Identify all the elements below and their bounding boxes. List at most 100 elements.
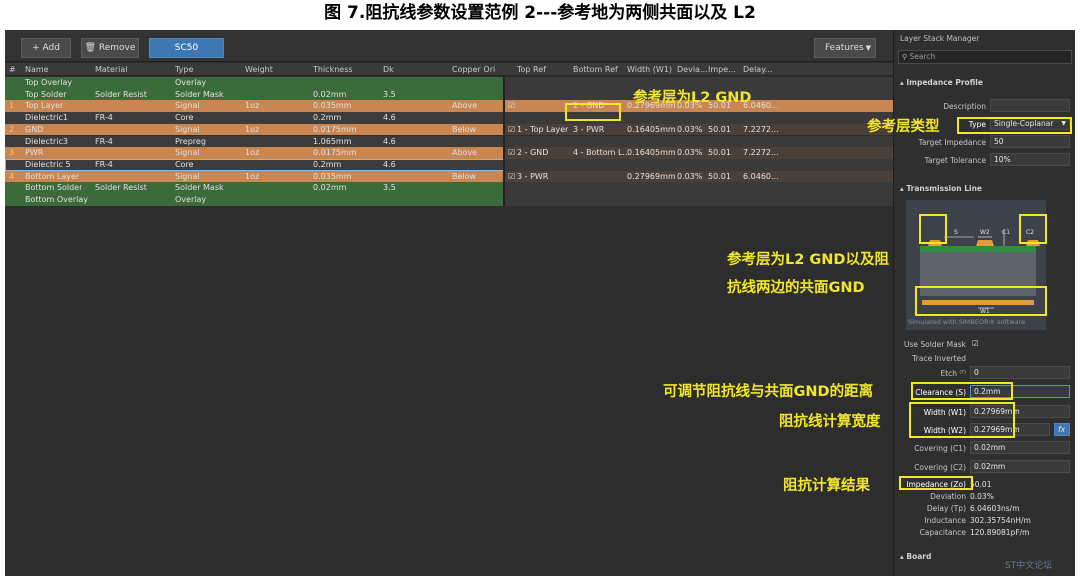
highlight-width — [909, 402, 1015, 438]
diagram-label-s: S — [954, 229, 958, 236]
column-header[interactable]: Impe... — [708, 63, 736, 76]
remove-button[interactable]: 🗑 Remove — [81, 38, 139, 58]
table-header: # Name Material Type Weight Thickness Dk Copper… — [5, 63, 893, 76]
etch-label: Etch ⁽ᵀ⁾ — [940, 369, 966, 378]
cell-type: Signal — [175, 171, 200, 181]
cell-dev: 0.03% — [677, 148, 703, 158]
cell-name: Dielectric 5 — [25, 159, 71, 169]
cell-name: GND — [25, 124, 44, 134]
formula-button[interactable]: fx — [1054, 423, 1070, 436]
cell-type: Prepreg — [175, 136, 206, 146]
board-section[interactable]: ▴ Board — [900, 552, 931, 561]
column-header[interactable]: Copper Ori — [452, 63, 495, 76]
transmission-line-section[interactable]: ▴ Transmission Line — [900, 184, 982, 193]
cell-check[interactable]: ☑ — [508, 171, 515, 183]
highlight-reference-plane — [915, 286, 1047, 316]
chevron-down-icon: ▼ — [865, 44, 871, 52]
cell-type: Signal — [175, 124, 200, 134]
covering-c1-field[interactable]: 0.02mm — [970, 441, 1070, 454]
cell-num: 2 — [9, 124, 15, 134]
column-header[interactable]: Dk — [383, 63, 394, 76]
table-row[interactable]: Dielectric3 FR-4 Prepreg 1.065mm 4.6 — [5, 135, 893, 148]
cell-dk: 3.5 — [383, 183, 396, 193]
search-icon: ⚲ — [902, 53, 908, 61]
table-row[interactable]: 2 GND Signal 1oz 0.0175mm Below ☑ 1 - Top Layer… — [5, 123, 893, 136]
etch-field[interactable]: 0 — [970, 366, 1070, 379]
cell-type: Core — [175, 113, 194, 123]
column-header[interactable]: Weight — [245, 63, 273, 76]
cell-type: Signal — [175, 148, 200, 158]
column-header[interactable]: Thickness — [313, 63, 353, 76]
watermark: ST中文论坛 — [1005, 561, 1053, 571]
table-row[interactable]: Bottom Overlay Overlay — [5, 194, 893, 206]
target-impedance-field[interactable]: 50 — [990, 135, 1070, 148]
column-header[interactable]: Type — [175, 63, 193, 76]
cell-check[interactable]: ☑ — [508, 100, 515, 112]
cell-thick: 0.2mm — [313, 159, 342, 169]
cell-thick: 0.0175mm — [313, 124, 357, 134]
column-header[interactable]: Delay... — [743, 63, 772, 76]
column-header[interactable]: Width (W1) — [627, 63, 672, 76]
delay-value: 6.04603ns/m — [970, 504, 1020, 513]
cell-topref: 2 - GND — [517, 148, 549, 158]
cell-name: Bottom Solder — [25, 183, 83, 193]
search-input[interactable]: ⚲ Search — [898, 50, 1072, 64]
table-row[interactable]: Dielectric1 FR-4 Core 0.2mm 4.6 — [5, 112, 893, 124]
cell-name: Dielectric3 — [25, 136, 68, 146]
features-dropdown[interactable]: Features ▼ — [814, 38, 876, 58]
table-row[interactable]: Dielectric 5 FR-4 Core 0.2mm 4.6 — [5, 158, 893, 171]
highlight-clearance — [911, 382, 1013, 400]
cell-num: 3 — [9, 148, 15, 158]
cell-weight: 1oz — [245, 124, 260, 134]
cell-check[interactable]: ☑ — [508, 147, 515, 159]
cell-weight: 1oz — [245, 148, 260, 158]
cell-thick: 1.065mm — [313, 136, 352, 146]
table-row[interactable]: Top Overlay Overlay — [5, 77, 893, 89]
cell-topref: 1 - Top Layer — [517, 124, 569, 134]
cell-delay: 7.2272... — [743, 148, 779, 158]
table-row[interactable]: 4 Bottom Layer Signal 1oz 0.035mm Below ☑ 3 - P… — [5, 170, 893, 183]
cell-num: 4 — [9, 171, 15, 181]
use-solder-mask-checkbox[interactable]: ☑ — [972, 339, 979, 348]
add-button[interactable]: + Add — [21, 38, 71, 58]
target-tolerance-label: Target Tolerance — [924, 156, 986, 165]
column-header[interactable]: Name — [25, 63, 49, 76]
column-header[interactable]: # — [9, 63, 16, 76]
cell-type: Overlay — [175, 78, 207, 87]
annotation-ref-desc-2: 抗线两边的共面GND — [727, 280, 865, 296]
table-row[interactable]: 3 PWR Signal 1oz 0.0175mm Above ☑ 2 - GND 4 - Bo… — [5, 147, 893, 159]
table-row[interactable]: Top Solder Solder Resist Solder Mask 0.02mm… — [5, 88, 893, 101]
cell-name: Top Overlay — [25, 78, 73, 87]
description-label: Description — [943, 102, 986, 111]
cell-type: Core — [175, 159, 194, 169]
cell-weight: 1oz — [245, 171, 260, 181]
table-row[interactable]: Bottom Solder Solder Resist Solder Mask 0.0… — [5, 182, 893, 194]
column-header[interactable]: Devia... — [677, 63, 708, 76]
description-field[interactable] — [990, 99, 1070, 112]
cell-topref: 3 - PWR — [517, 171, 549, 181]
sc50-tab[interactable]: SC50 — [149, 38, 224, 58]
impedance-profile-section[interactable]: ▴ Impedance Profile — [900, 78, 983, 87]
column-header[interactable]: Top Ref — [517, 63, 546, 76]
cell-dk: 4.6 — [383, 136, 396, 146]
deviation-label: Deviation — [930, 492, 966, 501]
toolbar: + Add 🗑 Remove SC50 Features ▼ — [5, 30, 893, 62]
annotation-ref-type: 参考层类型 — [867, 119, 940, 135]
cell-botref: 4 - Bottom L... — [573, 148, 631, 158]
cell-check[interactable]: ☑ — [508, 124, 515, 136]
cell-dk: 4.6 — [383, 159, 396, 169]
solder-mask — [920, 246, 1036, 252]
search-placeholder: Search — [909, 52, 936, 61]
column-header[interactable]: Material — [95, 63, 128, 76]
target-tolerance-field[interactable]: 10% — [990, 153, 1070, 166]
capacitance-value: 120.89081pF/m — [970, 528, 1030, 537]
cell-imp: 50.01 — [708, 148, 731, 158]
cell-name: Bottom Layer — [25, 171, 80, 181]
column-header[interactable]: Bottom Ref — [573, 63, 618, 76]
table-row[interactable]: 1 Top Layer Signal 1oz 0.035mm Above ☑ 2 - GND 0… — [5, 100, 893, 113]
features-label: Features — [825, 43, 864, 53]
layer-stack-manager-window: + Add 🗑 Remove SC50 Features ▼ # Name Mate… — [5, 30, 1075, 576]
cell-imp: 50.01 — [708, 171, 731, 181]
cell-material: Solder Resist — [95, 89, 147, 99]
covering-c2-field[interactable]: 0.02mm — [970, 460, 1070, 473]
